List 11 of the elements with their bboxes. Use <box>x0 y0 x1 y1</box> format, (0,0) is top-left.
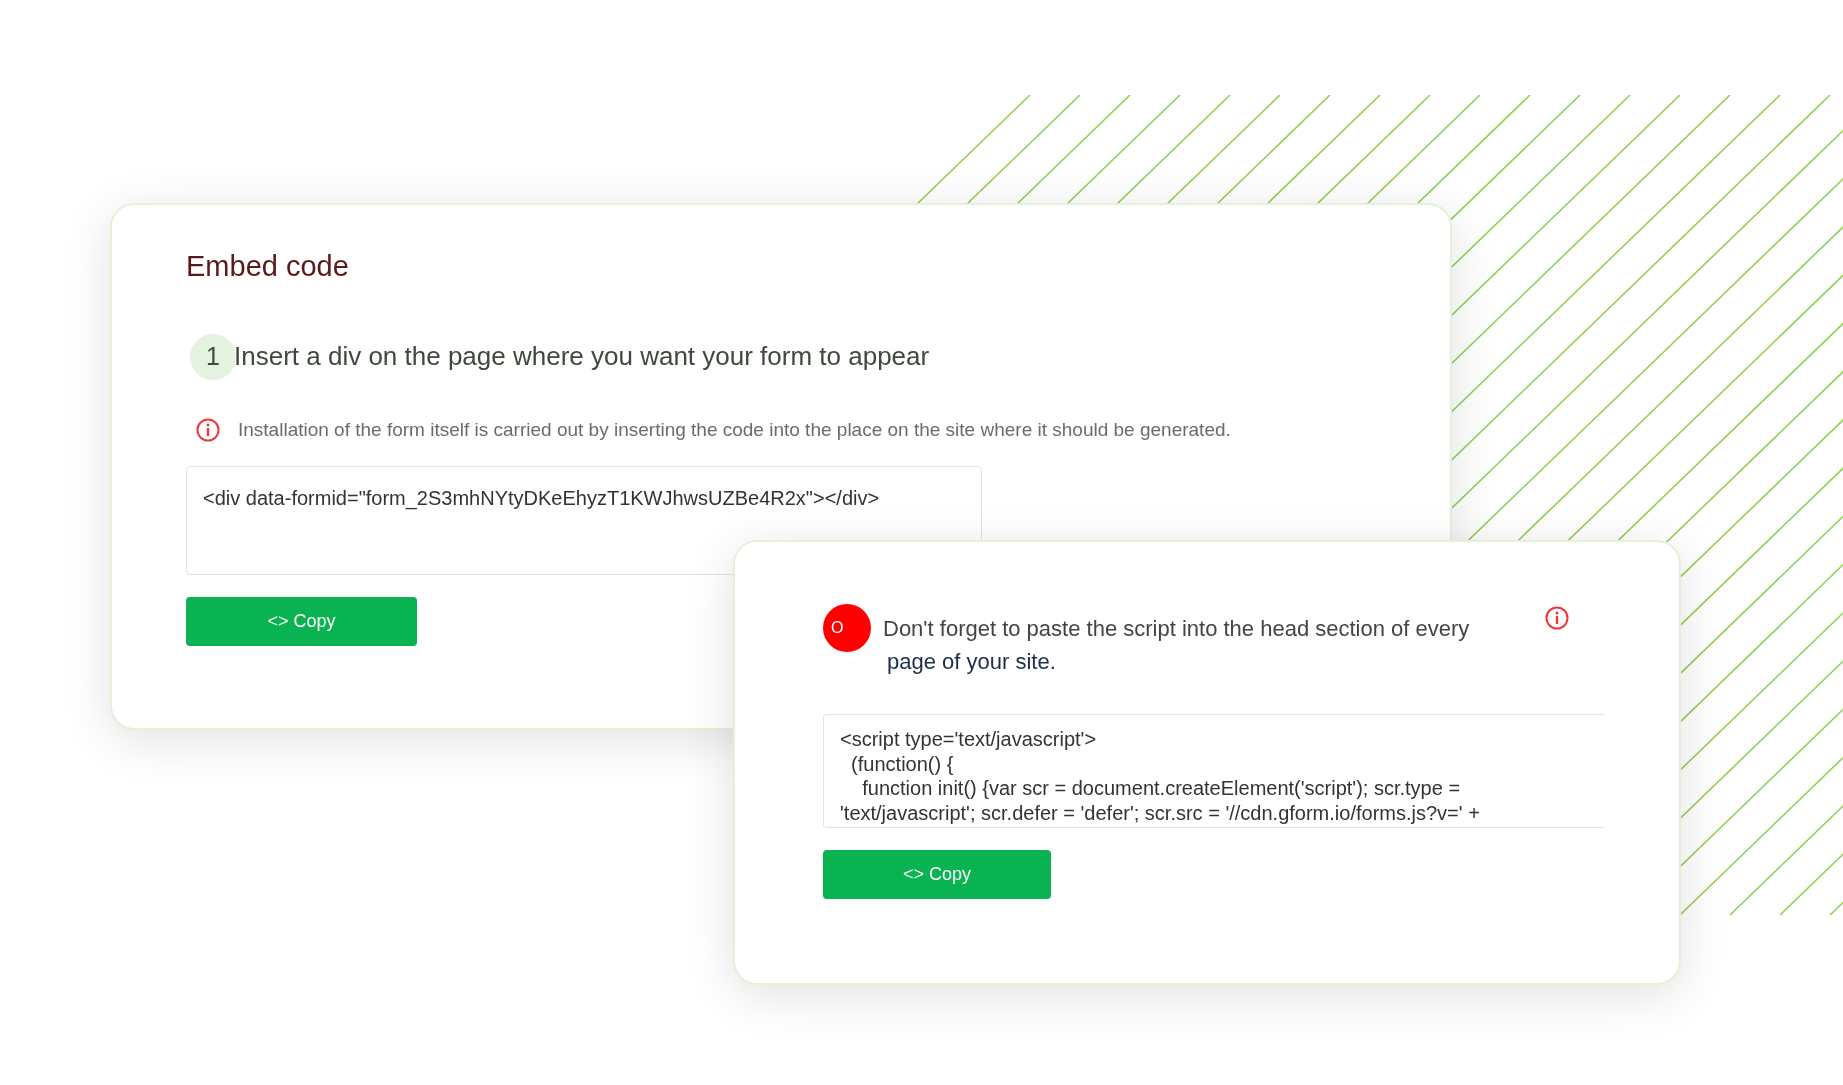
notice-text: page of your site. <box>887 648 1057 676</box>
info-text: Installation of the form itself is carried out by inserting the code into the place on the site where it should be generated. <box>238 417 1231 442</box>
notice-text: Don't forget to paste the script into the head section of every <box>883 615 1471 643</box>
card-title: Embed code <box>186 249 350 284</box>
info-icon <box>196 418 220 443</box>
info-icon <box>1545 606 1569 630</box>
code-field[interactable]: <script type='text/javascript'> (function() { function init() {var scr = document.createElement('script'); scr.type = 'text/javascript'; scr.defer = 'defer'; scr.src = '//cdn.gform.io/forms.js?v=' + <box>823 714 1605 828</box>
code-field[interactable]: <div data-formid="form_2S3mhNYtyDKeEhyzT1KWJhwsUZBe4R2x"></div> <box>186 466 982 576</box>
status-badge: O <box>823 604 871 652</box>
step-heading: Insert a div on the page where you want your form to appear <box>234 340 930 374</box>
step-number: 1 <box>190 333 236 380</box>
